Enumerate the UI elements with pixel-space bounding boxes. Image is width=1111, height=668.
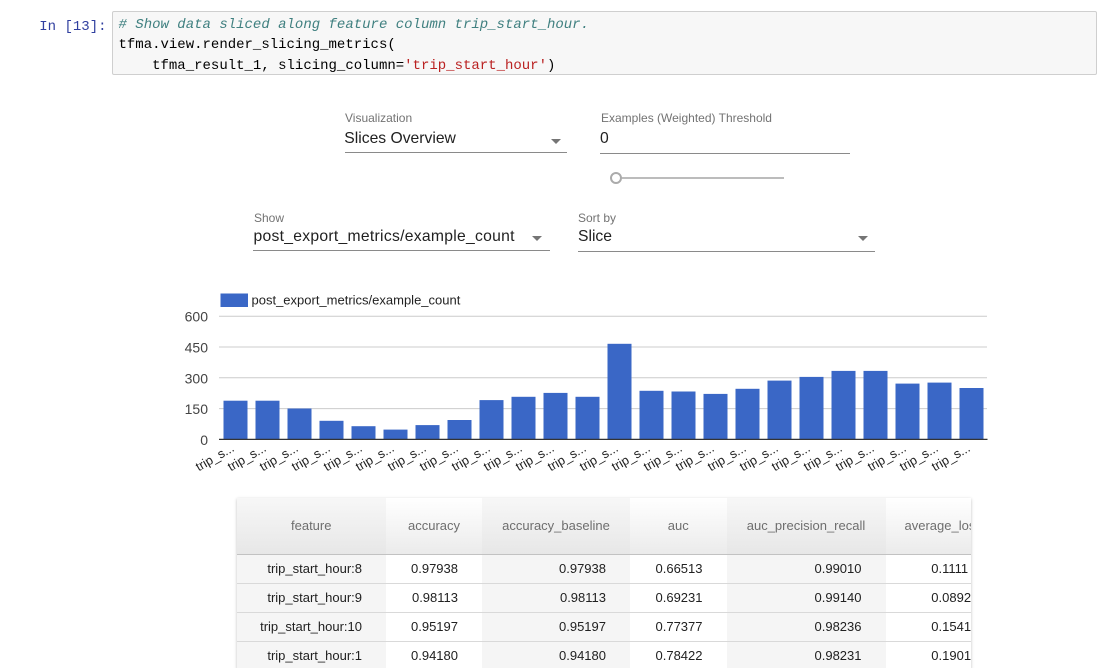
svg-text:600: 600 bbox=[185, 309, 209, 325]
svg-text:150: 150 bbox=[185, 401, 209, 417]
svg-text:0: 0 bbox=[200, 432, 208, 448]
svg-text:450: 450 bbox=[185, 340, 209, 356]
svg-text:post_export_metrics/example_co: post_export_metrics/example_count bbox=[252, 293, 461, 308]
svg-text:300: 300 bbox=[185, 370, 209, 386]
